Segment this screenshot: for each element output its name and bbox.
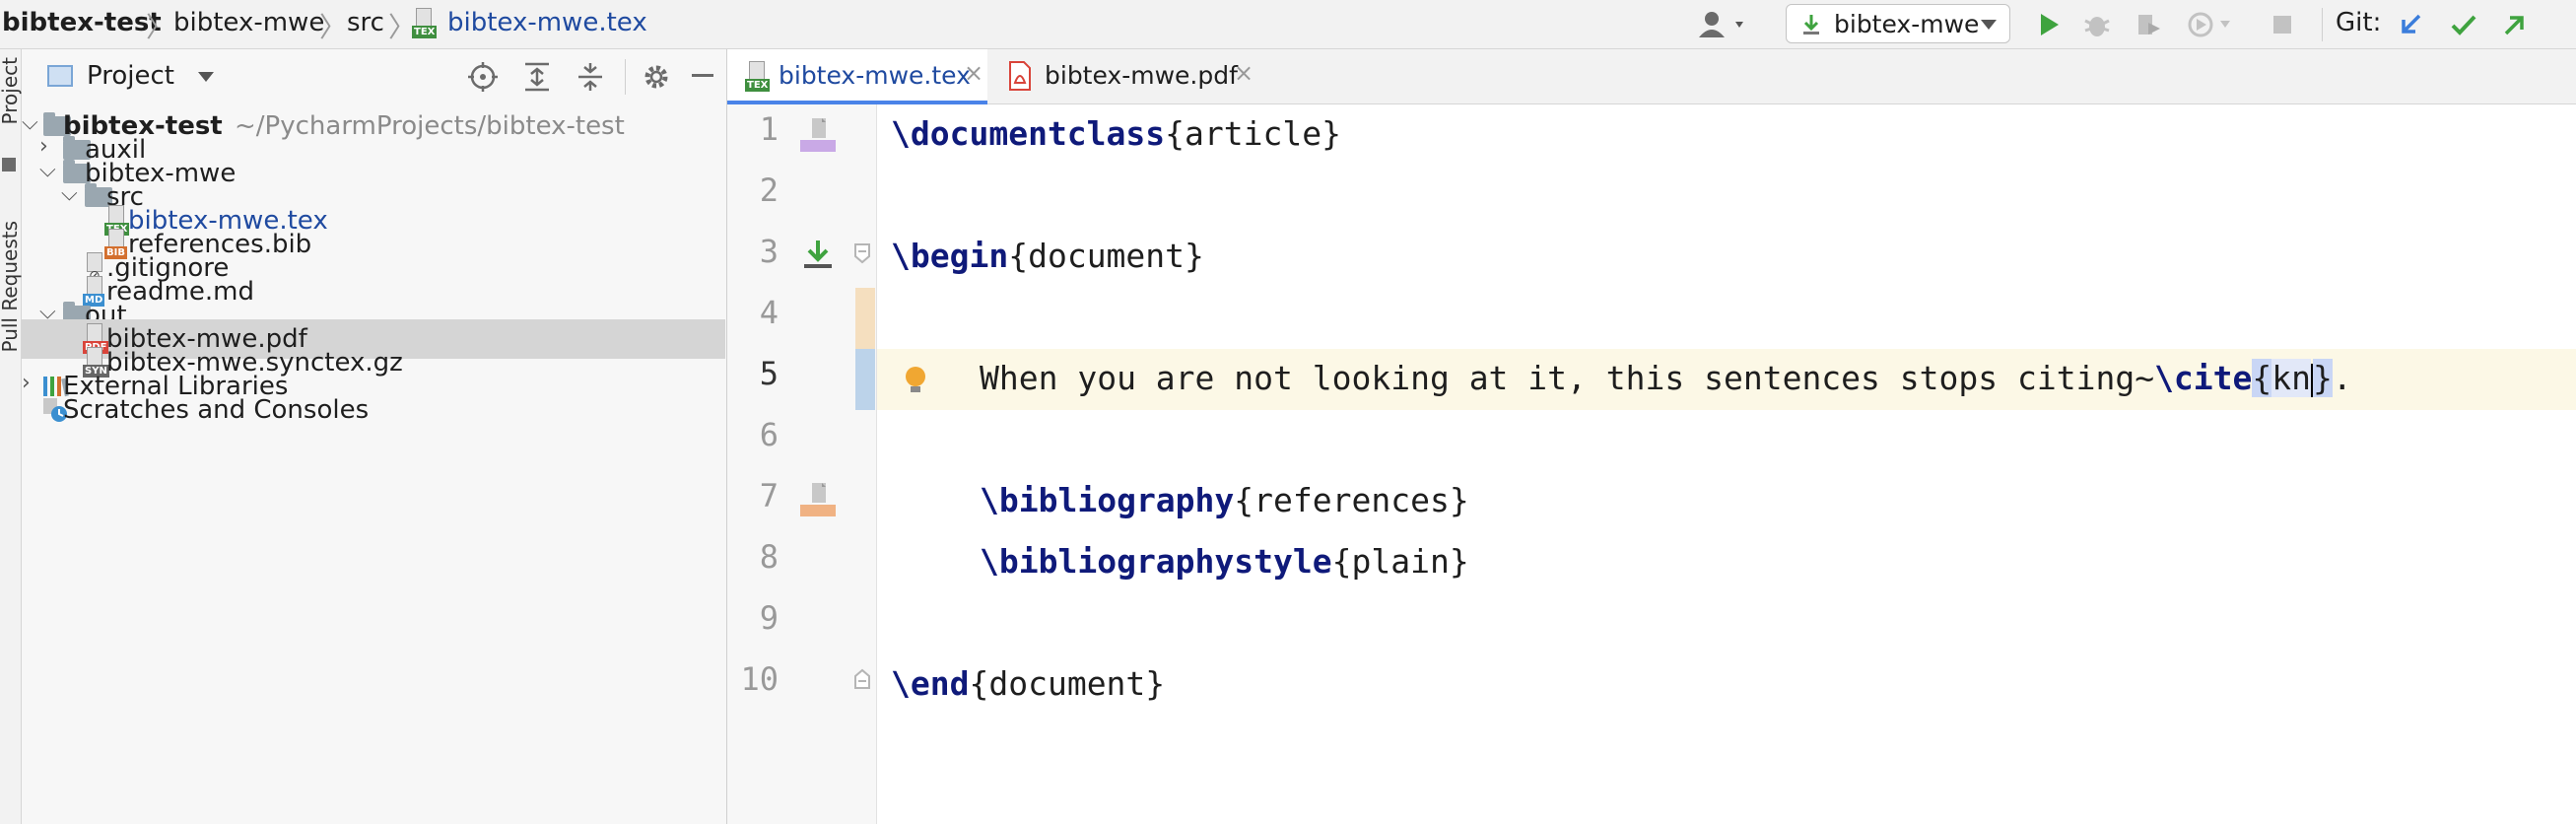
navigation-toolbar: bibtex-test 〉 bibtex-mwe 〉 src 〉 TEX bib…: [0, 0, 2576, 49]
download-gutter-icon[interactable]: [798, 237, 838, 276]
code-line-10[interactable]: \end{document}: [877, 654, 2576, 716]
documentclass-gutter-icon[interactable]: [798, 114, 838, 154]
project-panel-header: Project: [22, 49, 726, 104]
project-panel-title: Project: [87, 61, 174, 91]
tree-item-label: Scratches and Consoles: [63, 395, 370, 425]
code-line-1[interactable]: \documentclass{article}: [877, 104, 2576, 166]
run-configuration-label: bibtex-mwe: [1834, 10, 1980, 38]
vcs-change-marker[interactable]: [855, 349, 875, 410]
line-number: 9: [759, 599, 779, 637]
chevron-down-icon: [1981, 20, 1997, 30]
vcs-change-marker[interactable]: [855, 288, 875, 349]
tab-label: bibtex-mwe.tex: [779, 61, 971, 90]
bibliography-gutter-icon[interactable]: [798, 479, 838, 518]
code-line-5[interactable]: When you are not looking at it, this sen…: [877, 349, 2576, 410]
close-icon[interactable]: ×: [1234, 59, 1254, 87]
breadcrumb-module[interactable]: bibtex-mwe: [173, 8, 324, 37]
stop-icon[interactable]: [2267, 9, 2298, 40]
gear-icon[interactable]: [641, 61, 672, 93]
editor-tab-bar: TEX bibtex-mwe.tex × bibtex-mwe.pdf ×: [727, 49, 2576, 104]
expand-all-icon[interactable]: [522, 61, 552, 93]
git-label: Git:: [2336, 8, 2382, 37]
collapse-all-icon[interactable]: [576, 61, 605, 93]
view-mode-chevron-icon[interactable]: [197, 71, 215, 83]
run-configuration-dropdown[interactable]: bibtex-mwe: [1786, 4, 2010, 43]
close-icon[interactable]: ×: [964, 59, 983, 87]
project-tool-icon: [2, 158, 16, 172]
fold-marker-icon[interactable]: [853, 242, 871, 268]
git-commit-icon[interactable]: [2448, 9, 2479, 40]
latex-command: \begin: [891, 237, 1009, 275]
tree-item-scratches[interactable]: Scratches and Consoles: [22, 390, 725, 430]
line-number: 7: [759, 477, 779, 515]
code-line-8[interactable]: \bibliographystyle{plain}: [877, 532, 2576, 593]
line-number: 1: [759, 110, 779, 148]
line-number: 5: [759, 355, 779, 392]
fold-marker-icon[interactable]: [853, 668, 871, 694]
code-editor[interactable]: \documentclass{article} \begin{document}…: [877, 104, 2576, 824]
tex-file-icon: TEX: [745, 61, 771, 93]
tex-file-icon: TEX: [412, 8, 438, 39]
latex-argument: {article}: [1165, 114, 1341, 153]
breadcrumb-folder[interactable]: src: [347, 8, 384, 37]
tab-bibtex-mwe-tex[interactable]: TEX bibtex-mwe.tex ×: [727, 49, 987, 104]
project-view-icon: [47, 65, 73, 87]
profile-icon[interactable]: [2184, 9, 2239, 40]
latex-argument: {document}: [1008, 237, 1204, 275]
download-icon: [1803, 15, 1819, 34]
latex-argument: {document}: [969, 664, 1166, 703]
brace-match: {: [2252, 359, 2272, 397]
line-number: 4: [759, 294, 779, 331]
line-number: 3: [759, 233, 779, 270]
pull-requests-tool-tab[interactable]: Pull Requests: [0, 221, 22, 353]
code-line-3[interactable]: \begin{document}: [877, 227, 2576, 288]
breadcrumb-separator: 〉: [319, 11, 348, 43]
sentence-text: When you are not looking at it, this sen…: [980, 359, 2155, 397]
breadcrumb-project[interactable]: bibtex-test: [2, 8, 162, 37]
latex-command: \end: [891, 664, 970, 703]
line-number: 6: [759, 416, 779, 453]
tool-window-strip: Project Pull Requests: [0, 49, 22, 824]
tab-bibtex-mwe-pdf[interactable]: bibtex-mwe.pdf ×: [991, 49, 1257, 104]
header-divider: [625, 59, 626, 95]
git-update-icon[interactable]: [2395, 9, 2426, 40]
brace-match: }: [2313, 359, 2333, 397]
lightbulb-icon[interactable]: [903, 365, 928, 396]
breadcrumb-separator: 〉: [146, 11, 174, 43]
sentence-end: .: [2332, 359, 2352, 397]
latex-command: \documentclass: [891, 114, 1166, 153]
latex-argument: {references}: [1234, 481, 1469, 519]
pdf-icon: [1009, 61, 1031, 91]
hide-panel-icon[interactable]: [692, 73, 713, 79]
git-push-icon[interactable]: [2499, 9, 2531, 40]
project-tool-tab[interactable]: Project: [0, 57, 22, 124]
citation-key: kn: [2271, 359, 2312, 397]
latex-command: \cite: [2154, 359, 2253, 397]
breadcrumb-file[interactable]: bibtex-mwe.tex: [447, 8, 647, 37]
latex-command: \bibliographystyle: [980, 542, 1332, 581]
line-number: 8: [759, 538, 779, 576]
user-account-icon[interactable]: [1695, 9, 1754, 40]
project-panel: Project ⌵ bibtex-test ~/PycharmProjects/…: [22, 49, 727, 824]
code-line-7[interactable]: \bibliography{references}: [877, 471, 2576, 532]
latex-command: \bibliography: [980, 481, 1235, 519]
coverage-icon[interactable]: [2133, 9, 2164, 40]
locate-file-icon[interactable]: [467, 61, 499, 93]
toolbar-divider: [2322, 8, 2323, 41]
latex-argument: {plain}: [1331, 542, 1469, 581]
editor-gutter: 1 2 3 4 5 6 7 8 9 10: [727, 104, 877, 824]
debug-icon[interactable]: [2081, 9, 2113, 40]
run-icon[interactable]: [2034, 9, 2066, 40]
tab-label: bibtex-mwe.pdf: [1045, 61, 1238, 90]
line-number: 10: [740, 660, 779, 698]
line-number: 2: [759, 172, 779, 209]
